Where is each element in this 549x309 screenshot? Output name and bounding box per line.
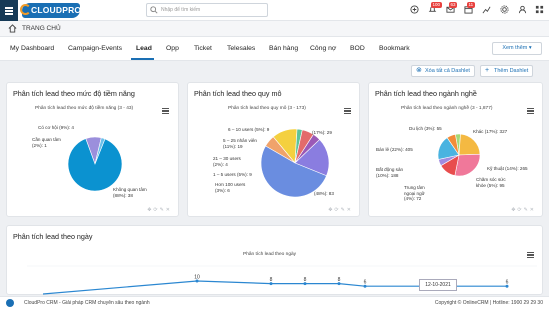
pie-slice[interactable] <box>458 133 481 156</box>
data-label: 8 <box>270 277 273 283</box>
tab-lead[interactable]: Lead <box>136 45 152 52</box>
scale-pie-chart <box>260 128 330 198</box>
home-icon[interactable] <box>8 24 17 33</box>
pie-label: Trung tâm ngoại ngữ (4%): 72 <box>404 185 425 201</box>
pie-label: 5 – 25 nhân viên (11%): 19 <box>223 138 257 149</box>
tab-campaign-events[interactable]: Campaign-Events <box>68 45 122 52</box>
plus-icon: + <box>485 67 490 74</box>
menu-toggle-icon[interactable] <box>0 0 18 21</box>
chart-menu-icon[interactable] <box>527 108 534 114</box>
pie-label: 6 – 10 users (5%): 9 <box>228 127 270 132</box>
chart-menu-icon[interactable] <box>527 252 534 258</box>
data-label: 10 <box>194 275 200 281</box>
dashlet-lead-industry: Phân tích lead theo ngành nghề Phân tích… <box>368 82 543 217</box>
more-tabs-button[interactable]: Xem thêm ▾ <box>492 42 542 55</box>
page-titlebar: TRANG CHỦ <box>0 21 549 37</box>
pie-label: Cần quan tâm (2%): 1 <box>32 137 61 148</box>
tab-bookmark[interactable]: Bookmark <box>379 45 410 52</box>
add-dashlet-button[interactable]: + Thêm Dashlet <box>480 65 534 77</box>
plus-icon[interactable] <box>410 5 419 14</box>
chart-menu-icon[interactable] <box>162 108 169 114</box>
dashlet-tools-icon[interactable]: ✥⟳✎✕ <box>147 207 172 213</box>
chart-tooltip: 12-10-2021 <box>419 279 457 291</box>
chart-title: Phân tích lead theo ngành nghề (3 - 1,87… <box>401 106 493 111</box>
tab-bod[interactable]: BOD <box>350 45 365 52</box>
tab-opp[interactable]: Opp <box>166 45 179 52</box>
pie-label: Bán lẻ (22%): 405 <box>376 147 413 152</box>
tasks-badge: 11 <box>467 2 475 8</box>
chart-title: Phân tích lead theo quy mô (3 - 173) <box>228 106 306 111</box>
dashboard-tabs: My Dashboard Campaign-Events Lead Opp Ti… <box>0 37 549 61</box>
page-title: TRANG CHỦ <box>22 25 61 32</box>
tab-ban-hang[interactable]: Bán hàng <box>269 45 298 52</box>
notifications-badge: 100 <box>431 2 442 8</box>
potential-pie-chart <box>67 136 123 192</box>
pie-label: Khác (17%): 327 <box>473 129 508 134</box>
delete-all-dashlets-button[interactable]: ⊗ Xóa tất cả Dashlet <box>411 65 475 77</box>
dashlet-lead-scale: Phân tích lead theo quy mô Phân tích lea… <box>187 82 360 217</box>
pie-label: Không quan tâm (88%): 38 <box>113 187 147 198</box>
dashlet-title: Phân tích lead theo ngày <box>13 232 93 241</box>
top-header: CLOUDPRO Nhập để tìm kiếm 100 63 11 <box>0 0 549 21</box>
settings-icon[interactable] <box>500 5 509 14</box>
pie-label: Bất động sản (10%): 188 <box>376 167 404 178</box>
messages-badge: 63 <box>449 2 458 8</box>
data-label: 8 <box>304 277 307 283</box>
grid-icon[interactable] <box>535 5 544 14</box>
pie-label: Hơn 100 users (3%): 6 <box>215 182 246 193</box>
footer-brand-text: CloudPro CRM - Giải pháp CRM chuyên sâu … <box>24 300 150 306</box>
active-tab-indicator <box>131 58 154 60</box>
data-label: 6 <box>506 280 509 286</box>
data-label: 8 <box>338 277 341 283</box>
chart-icon[interactable] <box>482 5 491 14</box>
tab-my-dashboard[interactable]: My Dashboard <box>10 45 54 52</box>
pie-label: (48%): 83 <box>314 191 334 196</box>
user-icon[interactable] <box>518 5 527 14</box>
pie-label: Kỹ thuật (14%): 265 <box>487 166 528 171</box>
dashlet-tools-icon[interactable]: ✥⟳✎✕ <box>511 207 536 213</box>
leads-by-day-line-chart: 10 8 8 8 6 6 <box>27 265 537 295</box>
footer-copyright: Copyright © OnlineCRM | Hotline: 1900 29… <box>434 300 543 306</box>
tab-ticket[interactable]: Ticket <box>194 45 212 52</box>
search-input[interactable]: Nhập để tìm kiếm <box>146 3 268 17</box>
dashlet-title: Phân tích lead theo ngành nghề <box>375 89 477 98</box>
pie-label: Có cơ hội (9%): 4 <box>38 125 74 130</box>
logo[interactable]: CLOUDPRO <box>20 3 81 18</box>
data-label: 6 <box>364 280 367 286</box>
pie-label: 1 – 5 users (5%): 9 <box>213 172 252 177</box>
dashlet-lead-by-day: Phân tích lead theo ngày Phân tích lead … <box>6 225 543 295</box>
search-icon <box>150 6 158 14</box>
tab-telesales[interactable]: Telesales <box>227 45 255 52</box>
dashlet-title: Phân tích lead theo mức độ tiềm năng <box>13 89 135 98</box>
chart-menu-icon[interactable] <box>344 108 351 114</box>
clear-icon: ⊗ <box>416 67 422 74</box>
pie-label: Du lịch (3%): 55 <box>409 126 442 131</box>
chart-title: Phân tích lead theo mức độ tiềm năng (3 … <box>35 106 134 111</box>
dashlet-tools-icon[interactable]: ✥⟳✎✕ <box>328 207 353 213</box>
dashlet-title: Phân tích lead theo quy mô <box>194 89 282 98</box>
pie-label: Chăm sóc sức khỏe (5%): 95 <box>476 177 506 188</box>
dashlet-lead-potential: Phân tích lead theo mức độ tiềm năng Phâ… <box>6 82 179 217</box>
industry-pie-chart <box>437 133 481 177</box>
pie-label: 21 – 30 users (2%): 4 <box>213 156 241 167</box>
pie-label: (17%): 29 <box>312 130 332 135</box>
chart-title: Phân tích lead theo ngày <box>243 252 297 257</box>
tab-cong-no[interactable]: Công nợ <box>310 45 336 52</box>
footer: CloudPro CRM - Giải pháp CRM chuyên sâu … <box>0 296 549 309</box>
facebook-icon[interactable] <box>6 299 14 307</box>
